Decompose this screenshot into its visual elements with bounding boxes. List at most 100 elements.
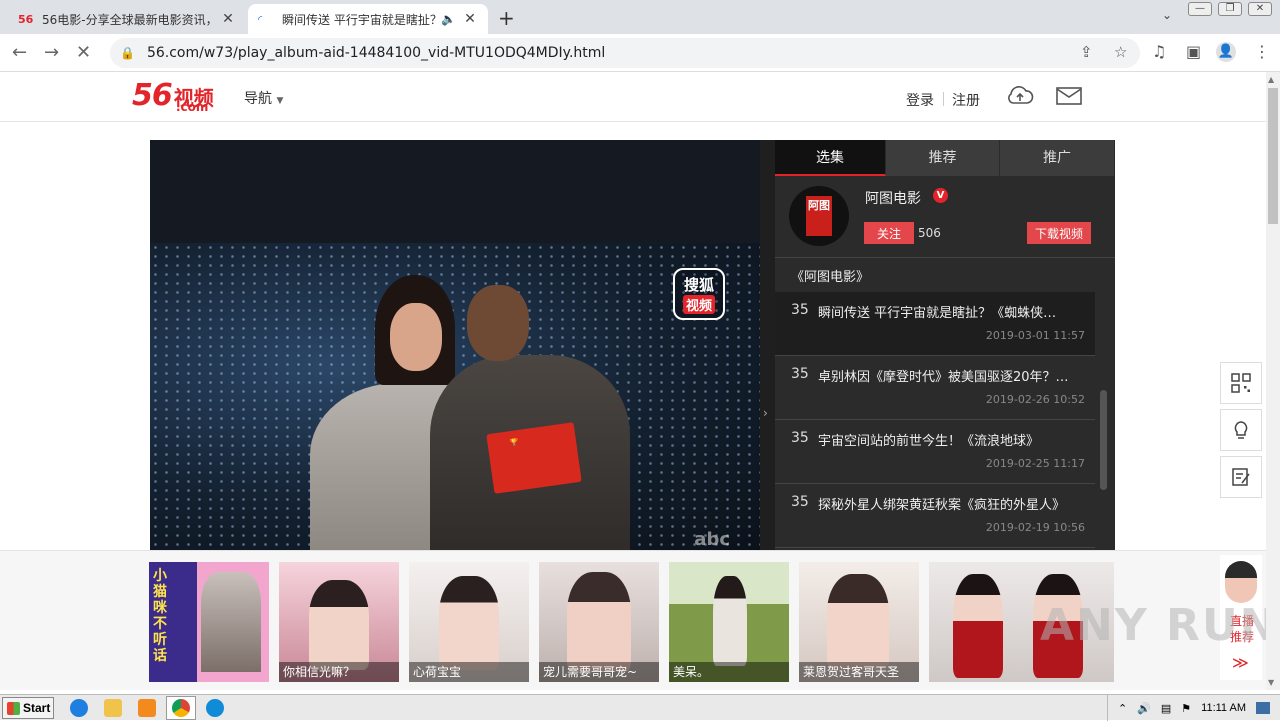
56-favicon-icon: 56	[18, 12, 34, 26]
episode-date: 2019-02-25 11:17	[985, 457, 1085, 470]
bookmark-star-icon[interactable]: ☆	[1114, 43, 1127, 61]
tab-recommend[interactable]: 推荐	[886, 140, 1000, 176]
internet-explorer-icon[interactable]	[70, 699, 88, 717]
close-window-button[interactable]: ✕	[1248, 2, 1272, 16]
start-label: Start	[23, 701, 51, 715]
start-button[interactable]: Start	[2, 697, 54, 719]
ad-card[interactable]: 宠儿需要哥哥宠~	[539, 562, 659, 682]
logo-com: .com	[176, 100, 209, 114]
video-player[interactable]: 🏆 搜狐 视频 abc	[150, 140, 760, 550]
qr-code-button[interactable]	[1220, 362, 1262, 404]
media-player-icon[interactable]	[138, 699, 156, 717]
video-frame[interactable]: 🏆 搜狐 视频 abc	[150, 243, 760, 550]
clock[interactable]: 11:11 AM	[1201, 702, 1246, 714]
stop-loading-icon[interactable]: ✕	[76, 42, 91, 63]
site-logo[interactable]: 56 视频 .com	[132, 78, 214, 114]
scrollbar-thumb[interactable]	[1268, 88, 1278, 224]
edit-note-button[interactable]	[1220, 456, 1262, 498]
tab-title: 瞬间传送 平行宇宙就是瞎扯？	[282, 12, 438, 27]
ad-card[interactable]: 小猫咪不听话 制服	[149, 562, 269, 682]
speaker-icon[interactable]: 🔈	[441, 12, 456, 26]
ad-photo	[201, 572, 261, 672]
restore-button[interactable]: ❐	[1218, 2, 1242, 16]
share-icon[interactable]: ⇪	[1080, 43, 1093, 61]
episode-date: 2019-03-01 11:57	[985, 329, 1085, 342]
volume-icon[interactable]: 🔊	[1137, 702, 1151, 715]
episode-number: 35	[791, 302, 809, 318]
minimize-button[interactable]: —	[1188, 2, 1212, 16]
ad-photo	[827, 574, 889, 670]
tray-expand-icon[interactable]: ⌃	[1118, 702, 1127, 715]
edge-icon[interactable]	[206, 699, 224, 717]
browser-tab-active[interactable]: ◜ 瞬间传送 平行宇宙就是瞎扯？ 🔈 ✕	[248, 4, 488, 34]
browser-tab-56-movie[interactable]: 56 56电影-分享全球最新电影资讯，实时… ✕	[8, 4, 246, 34]
ad-text: 小猫咪不听话	[153, 568, 167, 664]
side-panel-icon[interactable]: ▣	[1186, 42, 1201, 61]
episode-item[interactable]: 35 探秘外星人绑架黄廷秋案《疯狂的外星人》 2019-02-19 10:56	[775, 484, 1095, 548]
address-bar[interactable]: 🔒 56.com/w73/play_album-aid-14484100_vid…	[110, 38, 1140, 68]
episode-item[interactable]: 35 瞬间传送 平行宇宙就是瞎扯？《蜘蛛侠… 2019-03-01 11:57	[775, 292, 1095, 356]
scroll-up-arrow-icon[interactable]: ▲	[1268, 75, 1274, 84]
ad-card[interactable]: 美呆。	[669, 562, 789, 682]
verified-v-icon: V	[933, 188, 948, 203]
playlist-sidebar: 选集 推荐 推广 阿图 阿图电影 V 关注 506 下载视频 《阿图电影》 35…	[775, 140, 1115, 550]
network-icon[interactable]: ▤	[1161, 702, 1171, 715]
window-controls: — ❐ ✕	[1188, 2, 1272, 16]
chrome-icon	[172, 699, 190, 717]
sohu-video-watermark: 搜狐 视频	[673, 268, 725, 320]
follower-count: 506	[918, 226, 941, 240]
playlist-scrollbar[interactable]	[1100, 390, 1107, 490]
sidebar-toggle[interactable]: ›	[760, 140, 775, 550]
show-desktop-icon[interactable]	[1256, 702, 1270, 714]
channel-avatar[interactable]: 阿图	[789, 186, 849, 246]
download-video-button[interactable]: 下载视频	[1027, 222, 1091, 244]
lock-icon[interactable]: 🔒	[120, 46, 135, 60]
follow-button[interactable]: 关注	[864, 222, 914, 244]
upload-cloud-icon[interactable]	[1005, 84, 1035, 108]
menu-kebab-icon[interactable]: ⋮	[1254, 42, 1270, 61]
channel-name[interactable]: 阿图电影	[865, 188, 921, 208]
new-tab-button[interactable]: +	[498, 6, 515, 30]
file-explorer-icon[interactable]	[104, 699, 122, 717]
tab-search-chevron-icon[interactable]: ⌄	[1162, 8, 1172, 22]
edit-note-icon	[1232, 468, 1250, 486]
browser-tab-strip: 56 56电影-分享全球最新电影资讯，实时… ✕ ◜ 瞬间传送 平行宇宙就是瞎扯…	[0, 0, 1280, 34]
tab-close-icon[interactable]: ✕	[220, 11, 236, 27]
ad-card[interactable]: 你相信光嘛？	[279, 562, 399, 682]
tab-title: 56电影-分享全球最新电影资讯，实时…	[42, 12, 214, 27]
feedback-bulb-button[interactable]	[1220, 409, 1262, 451]
ad-card[interactable]: 莱恩贺过客哥天圣	[799, 562, 919, 682]
ad-card[interactable]: 心荷宝宝	[409, 562, 529, 682]
profile-avatar-icon[interactable]: 👤	[1216, 42, 1236, 62]
url-text[interactable]: 56.com/w73/play_album-aid-14484100_vid-M…	[147, 45, 605, 61]
episode-title: 探秘外星人绑架黄廷秋案《疯狂的外星人》	[818, 498, 1066, 513]
album-title[interactable]: 《阿图电影》	[791, 266, 869, 285]
navigation-dropdown[interactable]: 导航 ▼	[244, 88, 283, 108]
episode-date: 2019-02-26 10:52	[985, 393, 1085, 406]
tab-promote[interactable]: 推广	[1000, 140, 1115, 176]
forward-arrow-icon[interactable]: →	[44, 42, 59, 63]
page-scrollbar[interactable]: ▲ ▼	[1266, 72, 1280, 690]
header-divider	[943, 92, 944, 106]
episode-item[interactable]: 35 宇宙空间站的前世今生！《流浪地球》 2019-02-25 11:17	[775, 420, 1095, 484]
message-envelope-icon[interactable]	[1054, 84, 1084, 108]
chrome-taskbar-button[interactable]	[166, 696, 196, 720]
sidebar-tabs: 选集 推荐 推广	[775, 140, 1115, 176]
navigation-label: 导航	[244, 91, 272, 107]
register-link[interactable]: 注册	[952, 90, 980, 110]
tab-close-icon[interactable]: ✕	[462, 11, 478, 27]
double-chevron-right-icon[interactable]: ≫	[1232, 653, 1249, 672]
login-link[interactable]: 登录	[906, 90, 934, 110]
network-logo: abc	[694, 529, 730, 550]
ad-caption: 美呆。	[669, 662, 789, 682]
tab-episodes[interactable]: 选集	[775, 140, 886, 176]
loading-favicon-icon: ◜	[258, 12, 263, 26]
episode-item[interactable]: 35 卓别林因《摩登时代》被美国驱逐20年？… 2019-02-26 10:52	[775, 356, 1095, 420]
scroll-down-arrow-icon[interactable]: ▼	[1268, 678, 1274, 687]
ad-photo	[567, 572, 631, 672]
windows-logo-icon	[7, 701, 20, 715]
flag-icon[interactable]: ⚑	[1181, 702, 1191, 715]
back-arrow-icon[interactable]: ←	[12, 42, 27, 63]
media-control-icon[interactable]: ♫	[1152, 42, 1166, 61]
ad-photo	[713, 576, 747, 666]
